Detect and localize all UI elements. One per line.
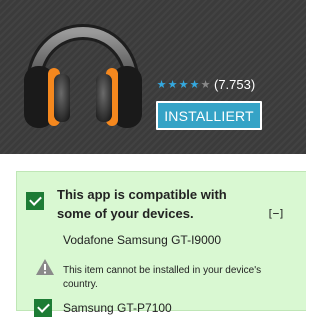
rating-count: (7.753) [214, 77, 256, 92]
star-filled-icon: ★ [156, 79, 167, 91]
app-header: ★ ★ ★ ★ ★ (7.753) INSTALLIERT [0, 0, 306, 154]
star-filled-icon: ★ [178, 79, 189, 91]
collapse-toggle[interactable]: [−] [267, 207, 285, 220]
compatibility-section: This app is compatible with some of your… [0, 154, 306, 317]
device-name-2: Samsung GT-P7100 [63, 301, 172, 315]
install-button[interactable]: INSTALLIERT [156, 101, 262, 130]
star-filled-icon: ★ [189, 79, 200, 91]
device-note-1: This item cannot be installed in your de… [63, 265, 262, 290]
compatible-check-icon [26, 192, 44, 210]
warning-icon [36, 259, 54, 275]
device-name-1: Vodafone Samsung GT-I9000 [63, 233, 222, 247]
compatibility-title: This app is compatible with some of your… [57, 187, 227, 221]
device-check-icon [34, 299, 52, 317]
rating: ★ ★ ★ ★ ★ (7.753) [156, 77, 256, 93]
compatibility-panel: This app is compatible with some of your… [16, 171, 306, 317]
headphones-app-icon [24, 24, 142, 128]
star-filled-icon: ★ [167, 79, 178, 91]
star-empty-icon: ★ [200, 79, 211, 91]
star-rating: ★ ★ ★ ★ ★ [156, 78, 211, 92]
